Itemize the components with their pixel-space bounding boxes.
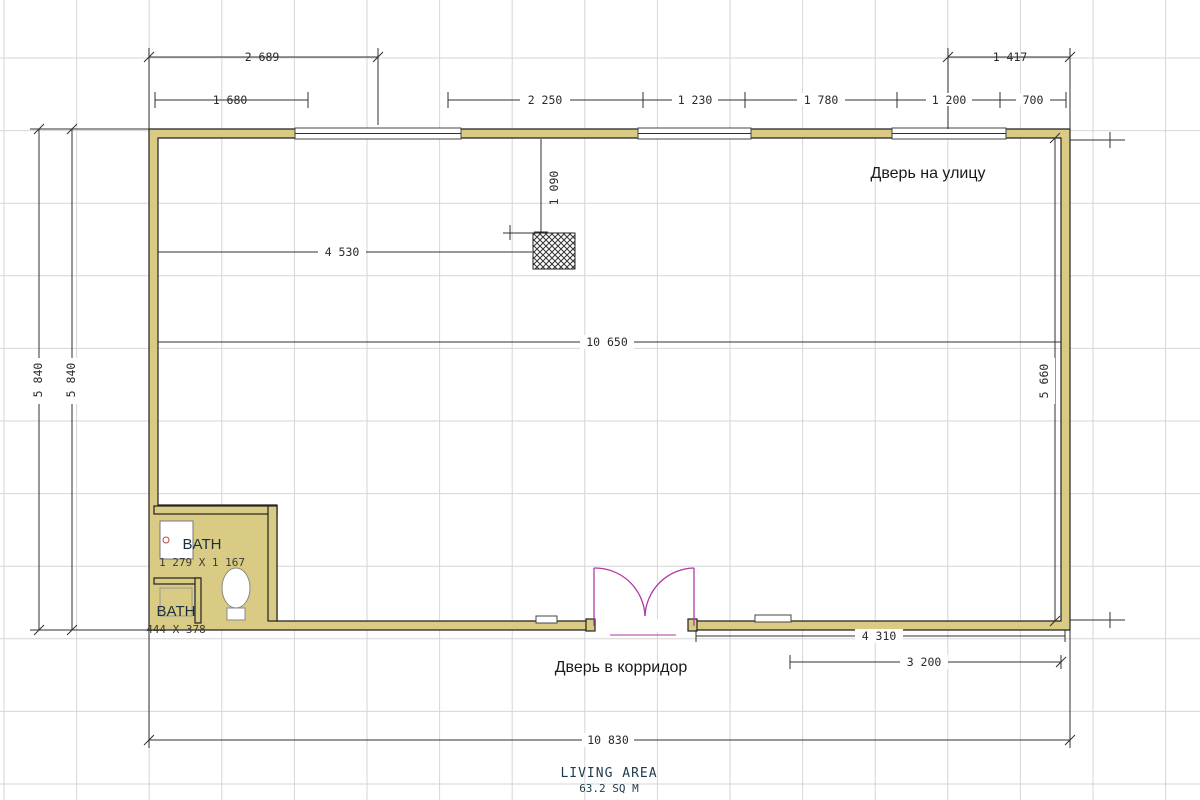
dim-top-2250: 2 250: [528, 93, 563, 107]
dim-overall-10830: 10 830: [587, 733, 629, 747]
bath-right-wall: [267, 505, 278, 622]
floor-plan: 2 689 1 417 1 680 2 250 1 230 1 780 1 20…: [0, 0, 1200, 800]
dim-right-5660: 5 660: [1037, 364, 1051, 399]
bath-2-name: BATH: [157, 603, 196, 620]
dim-bottom-3200: 3 200: [907, 655, 942, 669]
door-corridor-label: Дверь в корридор: [555, 659, 688, 676]
dim-top-700: 700: [1023, 93, 1044, 107]
living-area-value: 63.2 SQ M: [579, 782, 639, 795]
bath-1-name: BATH: [183, 536, 222, 553]
dim-column-4530: 4 530: [325, 245, 360, 259]
dim-left-5840-b: 5 840: [64, 363, 78, 398]
bath-top-wall: [153, 505, 278, 515]
door-leaf-right[interactable]: [644, 567, 695, 626]
dim-top-1780: 1 780: [804, 93, 839, 107]
column-hatched: [532, 232, 576, 270]
bath-1-size: 1 279 X 1 167: [159, 556, 245, 569]
corridor-door-gap: [587, 619, 696, 632]
windows: [294, 127, 1007, 624]
dim-bottom-4310: 4 310: [862, 629, 897, 643]
dim-left-5840-a: 5 840: [31, 363, 45, 398]
column: [532, 232, 576, 270]
bath-inner-wall-v: [194, 577, 202, 624]
dim-top-1230: 1 230: [678, 93, 713, 107]
vent-1: [535, 615, 558, 624]
bath-inner-wall-h: [153, 577, 201, 585]
outer-wall: [148, 128, 1071, 631]
background-grid: [0, 0, 1200, 800]
door-leaf-left[interactable]: [593, 567, 646, 626]
dim-column-1090: 1 090: [547, 171, 561, 206]
dim-top-1680: 1 680: [213, 93, 248, 107]
door-street-label: Дверь на улицу: [871, 165, 986, 182]
dim-inner-10650: 10 650: [586, 335, 628, 349]
dim-top-1417: 1 417: [993, 50, 1028, 64]
living-area-name: LIVING AREA: [560, 766, 657, 781]
toilet-icon: [221, 567, 251, 609]
dim-top-2689: 2 689: [245, 50, 280, 64]
vent-2: [754, 614, 792, 623]
bath-2-size: 444 X 378: [146, 623, 206, 636]
dimension-lines: 2 689 1 417 1 680 2 250 1 230 1 780 1 20…: [29, 48, 1125, 748]
door-jamb-right: [687, 618, 698, 632]
dim-top-1200: 1 200: [932, 93, 967, 107]
walls: [148, 128, 1071, 632]
